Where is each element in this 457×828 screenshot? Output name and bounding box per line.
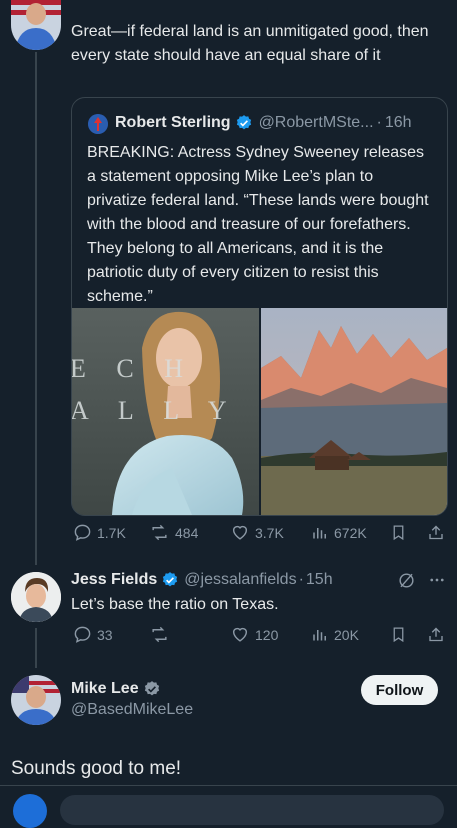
repost-icon	[149, 523, 170, 542]
jess-time[interactable]: 15h	[306, 571, 333, 589]
reply-button[interactable]: 1.7K	[73, 523, 126, 542]
photo-sign-text: E C H A L L Y	[72, 354, 239, 425]
reply-count: 33	[97, 626, 113, 643]
dot-separator: ·	[376, 114, 382, 131]
thread-line-lower	[35, 628, 37, 668]
heart-icon	[230, 523, 250, 542]
jess-reply-text: Let’s base the ratio on Texas.	[71, 596, 279, 613]
avatar[interactable]	[88, 114, 108, 134]
bookmark-icon	[390, 523, 407, 542]
reply-count: 1.7K	[97, 524, 126, 541]
avatar[interactable]	[11, 675, 61, 725]
mike-author-name[interactable]: Mike Lee	[71, 680, 139, 698]
reply-button[interactable]: 33	[73, 625, 113, 644]
bookmark-icon	[390, 625, 407, 644]
more-options-icon[interactable]	[427, 571, 447, 589]
views-icon	[311, 523, 329, 542]
share-icon	[427, 523, 445, 542]
like-button[interactable]: 3.7K	[230, 523, 284, 542]
bookmark-button[interactable]	[390, 523, 407, 542]
quoted-author-name[interactable]: Robert Sterling	[115, 114, 231, 132]
divider	[0, 785, 457, 786]
verified-badge-icon	[161, 571, 179, 589]
views-icon	[311, 625, 329, 644]
quoted-time[interactable]: 16h	[385, 114, 412, 132]
quoted-handle[interactable]: @RobertMSte...	[259, 114, 374, 132]
avatar[interactable]	[13, 794, 47, 828]
quoted-photo-mountains[interactable]	[261, 308, 447, 515]
share-icon	[427, 625, 445, 644]
avatar[interactable]	[11, 572, 61, 622]
repost-button[interactable]: 484	[149, 523, 198, 542]
bookmark-button[interactable]	[390, 625, 407, 644]
follow-button[interactable]: Follow	[361, 675, 438, 705]
dot-separator: ·	[298, 571, 304, 588]
repost-icon	[149, 625, 170, 644]
verified-badge-icon	[235, 114, 253, 132]
mike-post-text: Sounds good to me!	[11, 758, 182, 779]
grok-icon[interactable]	[397, 571, 416, 590]
views-button[interactable]: 20K	[311, 625, 359, 644]
mike-handle[interactable]: @BasedMikeLee	[71, 701, 193, 719]
verified-badge-icon	[143, 680, 161, 698]
like-count: 120	[255, 626, 279, 643]
quoted-post-card[interactable]: Robert Sterling @RobertMSte... · 16h BRE…	[71, 97, 448, 516]
heart-icon	[230, 625, 250, 644]
share-button[interactable]	[427, 625, 445, 644]
quoted-photo-actress[interactable]: E C H A L L Y	[72, 308, 259, 515]
share-button[interactable]	[427, 523, 445, 542]
view-count: 20K	[334, 626, 359, 643]
reply-icon	[73, 523, 92, 542]
repost-button[interactable]	[149, 625, 170, 644]
thread-line-upper	[35, 52, 37, 565]
quoted-post-text: BREAKING: Actress Sydney Sweeney release…	[87, 144, 429, 305]
top-reply-text: Great—if federal land is an unmitigated …	[71, 23, 429, 64]
reply-icon	[73, 625, 92, 644]
views-button[interactable]: 672K	[311, 523, 367, 542]
avatar[interactable]	[11, 0, 61, 50]
jess-handle[interactable]: @jessalanfields	[184, 571, 296, 589]
jess-author-name[interactable]: Jess Fields	[71, 571, 157, 589]
repost-count: 484	[175, 524, 199, 541]
view-count: 672K	[334, 524, 367, 541]
like-button[interactable]: 120	[230, 625, 278, 644]
like-count: 3.7K	[255, 524, 284, 541]
